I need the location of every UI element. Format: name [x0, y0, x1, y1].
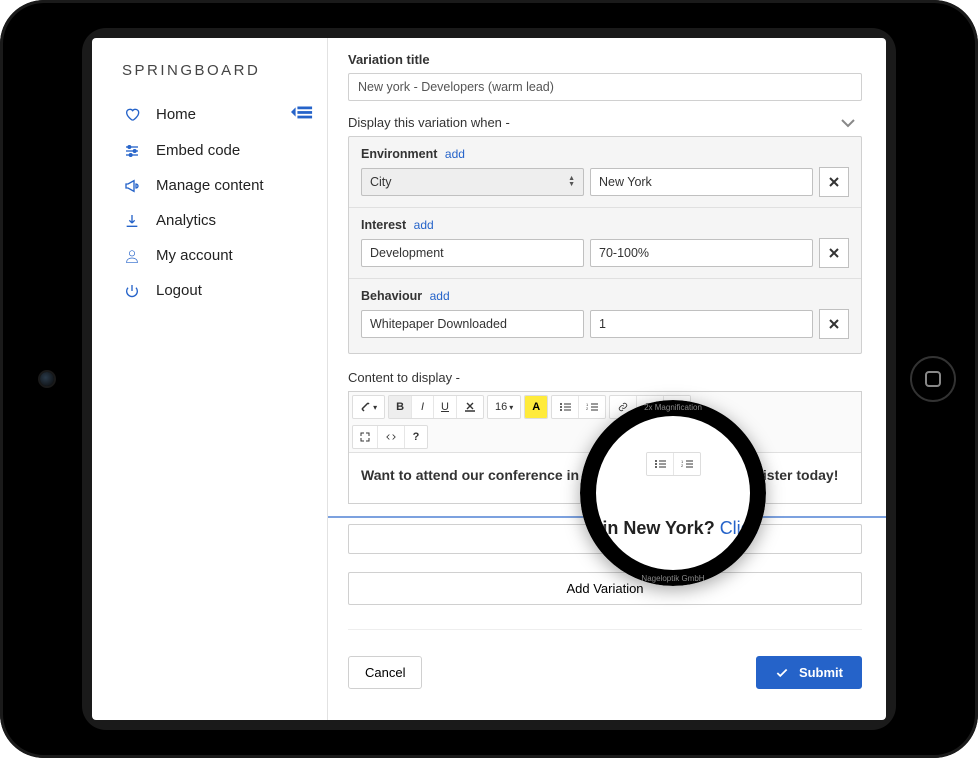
sidebar: SPRINGBOARD Home Embed code: [92, 38, 327, 720]
variation-title-input[interactable]: [348, 73, 862, 101]
editor-content-area[interactable]: Want to attend our conference in New Yor…: [349, 453, 861, 503]
sidebar-item-label: Home: [156, 106, 196, 123]
rule-divider: [349, 278, 861, 279]
content-to-display-label: Content to display -: [348, 370, 862, 385]
behaviour-attribute-input[interactable]: Whitepaper Downloaded: [361, 310, 584, 338]
sidebar-item-embed-code[interactable]: Embed code: [116, 133, 319, 168]
delete-environment-rule-button[interactable]: [819, 167, 849, 197]
rule-divider: [349, 207, 861, 208]
content-text: Want to attend our conference in New Yor…: [361, 467, 654, 483]
code-view-button[interactable]: [378, 426, 405, 448]
bullhorn-icon: [122, 178, 142, 194]
unordered-list-button[interactable]: [552, 396, 579, 418]
variation-title-label: Variation title: [348, 52, 862, 67]
style-dropdown-button[interactable]: ▾: [353, 396, 384, 418]
tablet-home-button[interactable]: [910, 356, 956, 402]
delete-interest-rule-button[interactable]: [819, 238, 849, 268]
main-panel: Variation title Display this variation w…: [328, 38, 886, 720]
add-variation-button[interactable]: Add Variation: [348, 572, 862, 605]
environment-attribute-select[interactable]: City ▲▼: [361, 168, 584, 196]
power-icon: [122, 283, 142, 299]
rule-label: Interest: [361, 218, 406, 232]
sidebar-item-label: My account: [156, 247, 233, 264]
image-button[interactable]: [637, 396, 664, 418]
sidebar-item-my-account[interactable]: My account: [116, 238, 319, 273]
link-button[interactable]: [610, 396, 637, 418]
heart-icon: [122, 106, 142, 122]
sidebar-item-label: Analytics: [156, 212, 216, 229]
form-footer: Cancel Submit: [348, 629, 862, 689]
interest-attribute-input[interactable]: Development: [361, 239, 584, 267]
tablet-frame: SPRINGBOARD Home Embed code: [0, 0, 978, 758]
content-text-after: to register today!: [720, 467, 838, 483]
sidebar-item-label: Embed code: [156, 142, 240, 159]
app-screen: SPRINGBOARD Home Embed code: [92, 38, 886, 720]
add-environment-rule[interactable]: add: [445, 147, 465, 161]
delete-behaviour-rule-button[interactable]: [819, 309, 849, 339]
svg-text:2: 2: [586, 406, 589, 411]
rule-label: Behaviour: [361, 289, 422, 303]
sidebar-item-home[interactable]: Home: [116, 95, 319, 133]
help-button[interactable]: ?: [405, 426, 427, 448]
content-link[interactable]: Click here: [658, 467, 720, 483]
collapse-rules-button[interactable]: [840, 117, 856, 132]
section-separator: [328, 516, 886, 518]
font-color-button[interactable]: A: [525, 396, 547, 418]
user-icon: [122, 248, 142, 264]
display-when-label: Display this variation when -: [348, 115, 862, 130]
rich-text-editor: ▾ B I U 16▾ A: [348, 391, 862, 504]
brand-title: SPRINGBOARD: [122, 62, 319, 79]
cancel-button[interactable]: Cancel: [348, 656, 422, 689]
sidebar-item-label: Manage content: [156, 177, 264, 194]
fullscreen-button[interactable]: [353, 426, 378, 448]
editor-toolbar: ▾ B I U 16▾ A: [349, 392, 861, 453]
sidebar-item-logout[interactable]: Logout: [116, 273, 319, 308]
environment-value-input[interactable]: New York: [590, 168, 813, 196]
select-arrows-icon: ▲▼: [568, 176, 575, 188]
submit-label: Submit: [799, 665, 843, 680]
download-icon: [122, 213, 142, 229]
italic-button[interactable]: I: [412, 396, 434, 418]
select-value: City: [370, 175, 392, 189]
clear-format-button[interactable]: [457, 396, 483, 418]
underline-button[interactable]: U: [434, 396, 457, 418]
rule-behaviour: Behaviour add Whitepaper Downloaded 1: [361, 289, 849, 339]
fontsize-dropdown[interactable]: 16▾: [488, 396, 520, 418]
interest-value-input[interactable]: 70-100%: [590, 239, 813, 267]
ordered-list-button[interactable]: 12: [579, 396, 605, 418]
add-behaviour-rule[interactable]: add: [430, 289, 450, 303]
rule-interest: Interest add Development 70-100%: [361, 218, 849, 268]
nav-list: Home Embed code Manage content: [116, 95, 319, 308]
sidebar-item-manage-content[interactable]: Manage content: [116, 168, 319, 203]
sliders-icon: [122, 143, 142, 159]
rules-box: Environment add City ▲▼ New York: [348, 136, 862, 354]
submit-button[interactable]: Submit: [756, 656, 862, 689]
active-indicator-icon: [291, 104, 313, 124]
tablet-bezel: SPRINGBOARD Home Embed code: [82, 28, 896, 730]
rule-label: Environment: [361, 147, 437, 161]
rule-environment: Environment add City ▲▼ New York: [361, 147, 849, 197]
collapsed-variation-row[interactable]: [348, 524, 862, 554]
video-button[interactable]: [664, 396, 690, 418]
add-interest-rule[interactable]: add: [414, 218, 434, 232]
sidebar-item-analytics[interactable]: Analytics: [116, 203, 319, 238]
tablet-camera: [40, 372, 54, 386]
sidebar-item-label: Logout: [156, 282, 202, 299]
behaviour-value-input[interactable]: 1: [590, 310, 813, 338]
bold-button[interactable]: B: [389, 396, 412, 418]
